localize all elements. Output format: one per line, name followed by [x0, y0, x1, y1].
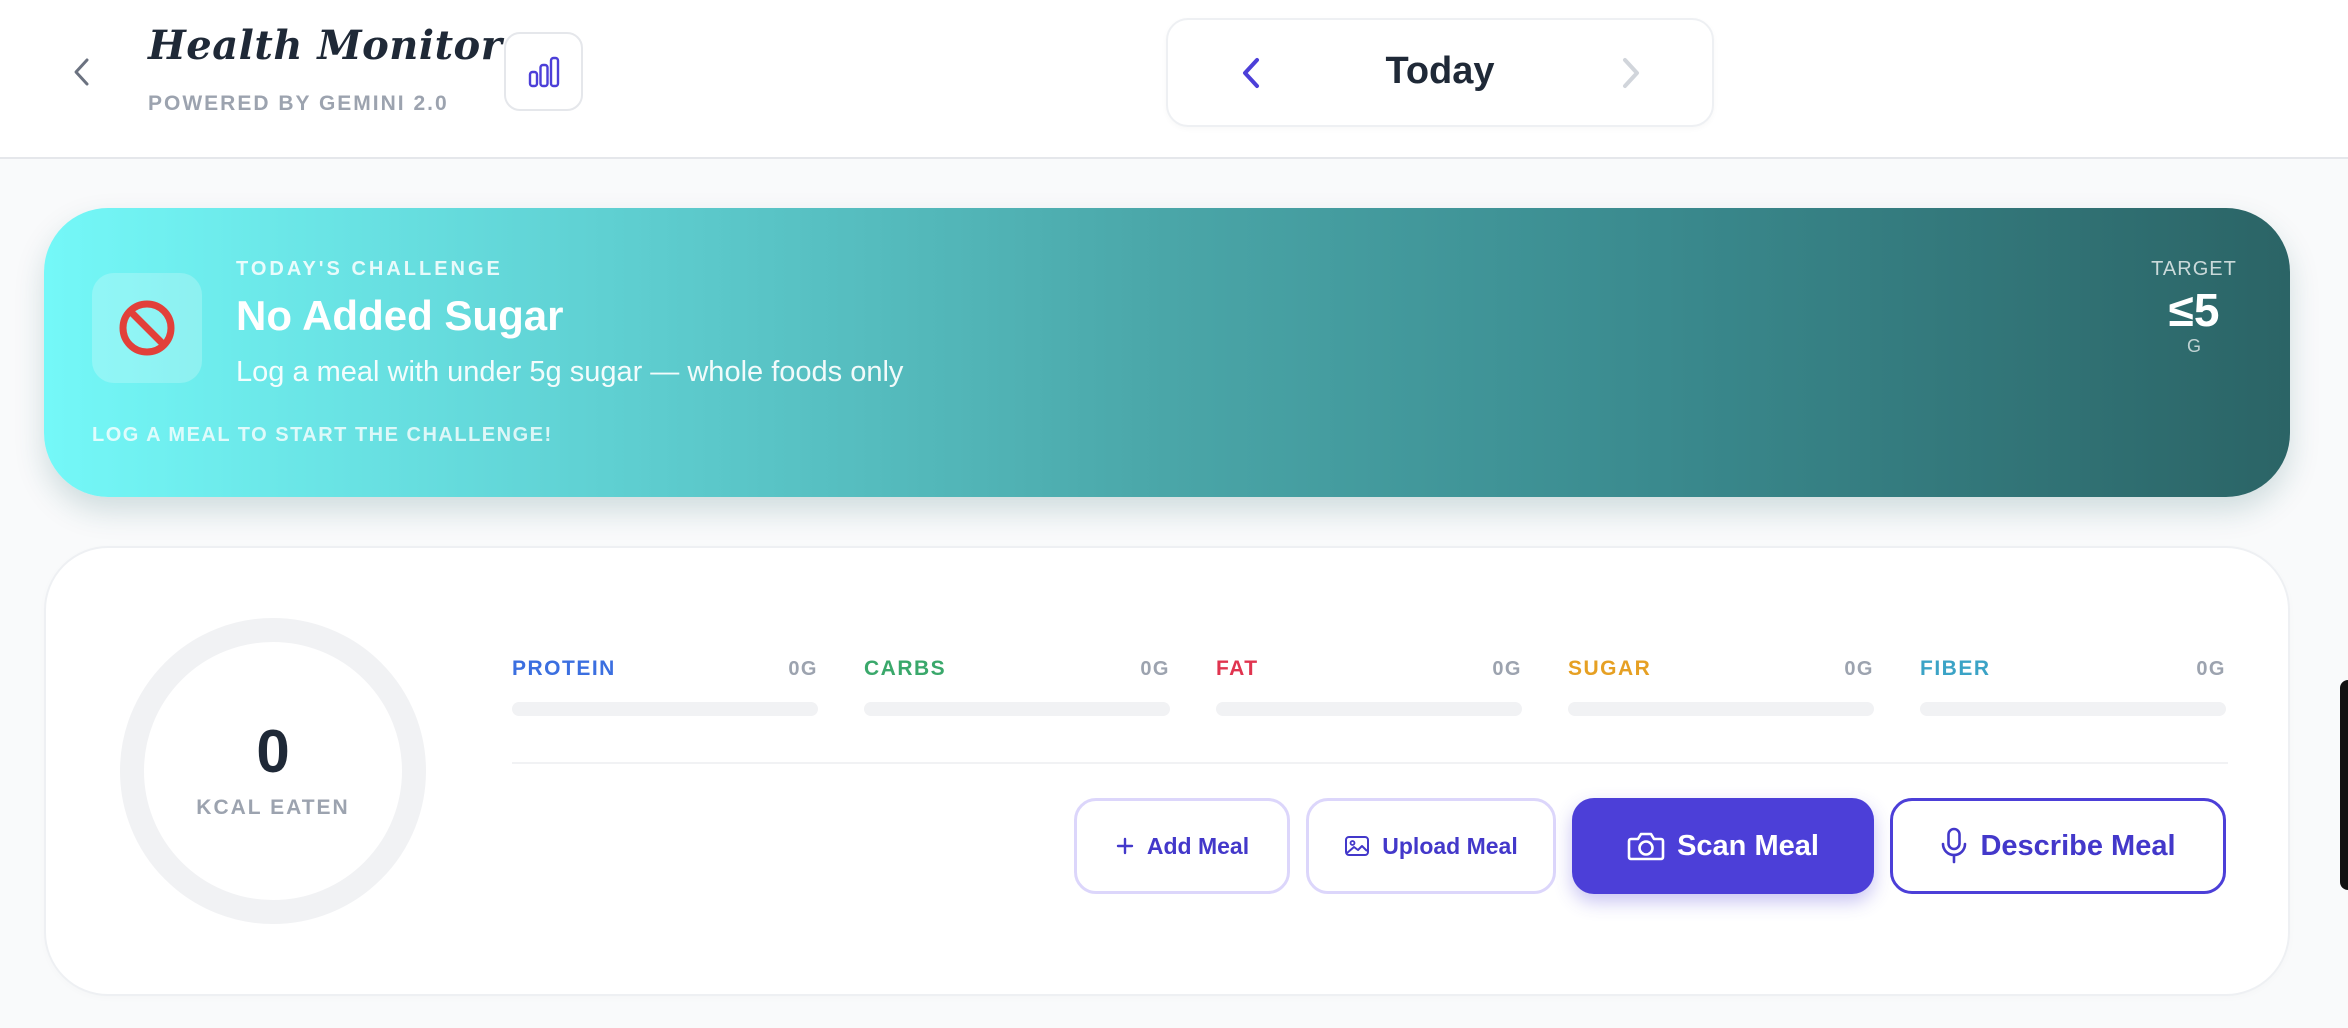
macro-value: 0G: [788, 657, 818, 680]
macro-name: FIBER: [1920, 657, 1991, 680]
upload-meal-label: Upload Meal: [1382, 832, 1518, 859]
target-value: ≤5: [2168, 284, 2220, 336]
add-meal-label: Add Meal: [1146, 832, 1250, 859]
app-header: Health Monitor POWERED BY GEMINI 2.0 Tod…: [0, 0, 2348, 159]
calorie-ring: 0 KCAL EATEN: [120, 618, 426, 924]
kcal-label: KCAL EATEN: [196, 796, 350, 819]
challenge-icon-box: [92, 273, 202, 383]
app-title: Health Monitor: [148, 22, 503, 69]
scan-meal-button[interactable]: Scan Meal: [1572, 798, 1874, 894]
app-subtitle: POWERED BY GEMINI 2.0: [148, 92, 449, 115]
image-icon: [1345, 836, 1370, 856]
challenge-eyebrow: TODAY'S CHALLENGE: [236, 258, 503, 280]
add-meal-button[interactable]: Add Meal: [1074, 798, 1290, 894]
daily-challenge-card[interactable]: TODAY'S CHALLENGE No Added Sugar Log a m…: [44, 208, 2290, 497]
divider: [512, 762, 2228, 764]
side-panel-handle[interactable]: [2340, 680, 2348, 890]
macro-name: PROTEIN: [512, 657, 616, 680]
macro-fiber: FIBER 0G: [1920, 654, 2226, 716]
macro-value: 0G: [1844, 657, 1874, 680]
macro-progress-track: [864, 702, 1170, 716]
stats-button[interactable]: [504, 32, 583, 111]
chevron-left-icon: [74, 58, 89, 86]
macro-protein: PROTEIN 0G: [512, 654, 818, 716]
describe-meal-button[interactable]: Describe Meal: [1890, 798, 2226, 894]
challenge-status: LOG A MEAL TO START THE CHALLENGE!: [92, 424, 553, 446]
challenge-description: Log a meal with under 5g sugar — whole f…: [236, 356, 904, 388]
no-entry-icon: [119, 300, 175, 356]
macro-sugar: SUGAR 0G: [1568, 654, 1874, 716]
plus-icon: [1116, 837, 1134, 855]
macro-list: PROTEIN 0G CARBS 0G FAT 0G SUGAR 0G FIBE…: [512, 654, 2228, 716]
target-unit: G: [2186, 335, 2201, 356]
macro-progress-track: [1568, 702, 1874, 716]
bar-chart-icon: [528, 56, 559, 87]
describe-meal-label: Describe Meal: [1980, 829, 2176, 862]
macro-name: CARBS: [864, 657, 947, 680]
back-button[interactable]: [62, 52, 102, 92]
kcal-value: 0: [256, 718, 290, 785]
microphone-icon: [1942, 827, 1967, 864]
macro-value: 0G: [1140, 657, 1170, 680]
macro-name: SUGAR: [1568, 657, 1652, 680]
macro-carbs: CARBS 0G: [864, 654, 1170, 716]
scan-meal-label: Scan Meal: [1677, 829, 1819, 862]
macro-value: 0G: [1492, 657, 1522, 680]
upload-meal-button[interactable]: Upload Meal: [1306, 798, 1556, 894]
macro-name: FAT: [1216, 657, 1259, 680]
macro-fat: FAT 0G: [1216, 654, 1522, 716]
macro-progress-track: [1216, 702, 1522, 716]
challenge-target: TARGET ≤5 G: [2144, 258, 2244, 357]
day-navigator: Today: [1166, 18, 1714, 127]
challenge-title: No Added Sugar: [236, 292, 564, 339]
chevron-right-icon: [1623, 58, 1639, 88]
nutrition-summary-card: 0 KCAL EATEN PROTEIN 0G CARBS 0G FAT 0G: [44, 546, 2290, 996]
next-day-button[interactable]: [1608, 50, 1654, 96]
macro-progress-track: [512, 702, 818, 716]
macro-progress-track: [1920, 702, 2226, 716]
target-label: TARGET: [2151, 258, 2237, 280]
camera-icon: [1627, 832, 1665, 861]
macro-value: 0G: [2196, 657, 2226, 680]
